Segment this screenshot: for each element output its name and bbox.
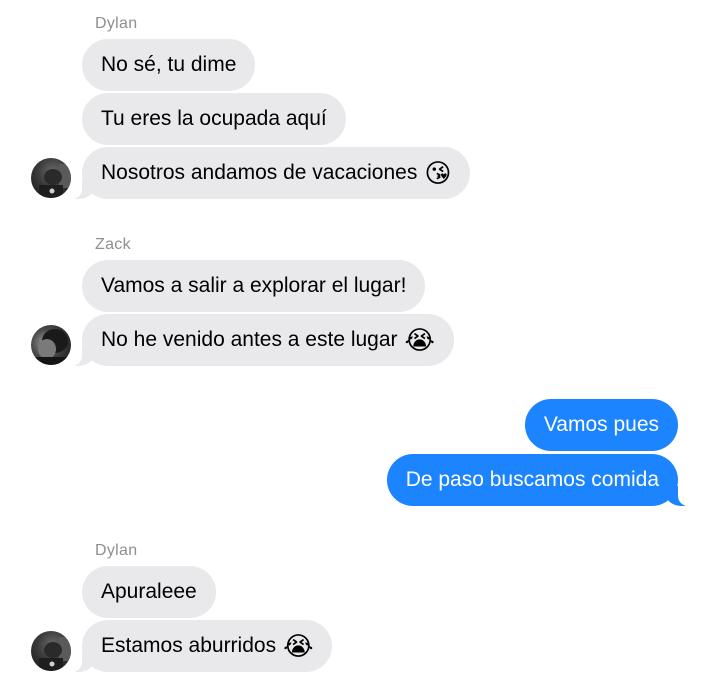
message-bubble[interactable]: Tu eres la ocupada aquí	[82, 93, 346, 145]
message-text: No he venido antes a este lugar	[101, 328, 398, 351]
message-text: Nosotros andamos de vacaciones	[101, 161, 418, 184]
message-text: Apuraleee	[101, 580, 197, 603]
message-text: Vamos a salir a explorar el lugar!	[101, 274, 407, 297]
message-bubble[interactable]: Apuraleee	[82, 566, 216, 618]
message-text: Vamos pues	[543, 413, 659, 436]
crying-emoji-icon: 😭	[283, 631, 314, 661]
message-bubble[interactable]: Vamos pues	[524, 399, 678, 451]
sender-name: Zack	[95, 236, 131, 253]
crying-emoji-icon: 😭	[404, 325, 435, 355]
message-bubble[interactable]: Vamos a salir a explorar el lugar!	[82, 260, 426, 312]
message-bubble[interactable]: Nosotros andamos de vacaciones 😘	[67, 147, 471, 199]
avatar[interactable]	[31, 158, 71, 198]
avatar[interactable]	[31, 631, 71, 671]
avatar[interactable]	[31, 325, 71, 365]
message-bubble[interactable]: Estamos aburridos 😭	[67, 620, 333, 672]
sender-name: Dylan	[95, 15, 138, 32]
sender-name: Dylan	[95, 542, 138, 559]
message-bubble[interactable]: No sé, tu dime	[82, 39, 256, 91]
message-text: No sé, tu dime	[101, 53, 237, 76]
kiss-emoji-icon: 😘	[424, 158, 452, 188]
message-text: Tu eres la ocupada aquí	[101, 107, 327, 130]
message-text: De paso buscamos comida	[405, 468, 659, 491]
message-bubble[interactable]: No he venido antes a este lugar 😭	[68, 314, 454, 366]
message-bubble[interactable]: De paso buscamos comida	[386, 454, 693, 506]
message-text: Estamos aburridos	[101, 634, 277, 657]
